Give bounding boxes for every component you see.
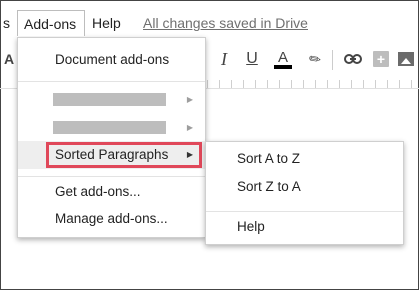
redacted-label [53,121,166,134]
toolbar-fragment[interactable]: A [4,46,14,72]
menu-item-manage-addons[interactable]: Manage add-ons... [18,205,205,233]
sorted-paragraphs-submenu: Sort A to Z Sort Z to A Help [205,141,404,245]
text-color-button[interactable]: A [272,46,294,72]
submenu-item-help[interactable]: Help [206,213,403,241]
ruler [207,80,417,88]
redacted-label [53,93,166,106]
submenu-item-sort-z-to-a[interactable]: Sort Z to A [206,173,403,201]
menu-bar: s Add-ons Help All changes saved in Driv… [0,10,419,36]
menu-separator [18,176,205,177]
saved-status-link[interactable]: All changes saved in Drive [143,10,308,36]
menu-item-previous[interactable]: s [3,10,10,36]
menu-item-addons[interactable]: Add-ons [17,10,85,36]
addons-menu: Document add-ons ▶ ▶ Sorted Paragraphs ▶… [17,37,206,238]
add-comment-icon[interactable]: + [373,51,389,67]
underline-button[interactable]: U [244,46,260,72]
submenu-item-sort-a-to-z[interactable]: Sort A to Z [206,145,403,173]
link-icon[interactable] [343,46,363,72]
menu-item-get-addons[interactable]: Get add-ons... [18,178,205,206]
submenu-arrow-icon: ▶ [186,95,193,104]
text-color-letter: A [277,49,288,66]
submenu-arrow-icon: ▶ [186,123,193,132]
toolbar-divider [332,50,333,70]
menu-item-redacted-1[interactable]: ▶ [18,86,205,114]
menu-item-document-addons[interactable]: Document add-ons [18,46,205,74]
highlight-icon[interactable]: ✎ [300,43,330,75]
menu-separator [206,211,403,212]
text-color-bar [274,65,292,69]
menu-separator [18,81,205,82]
annotation-highlight-box [46,142,202,168]
menu-item-redacted-2[interactable]: ▶ [18,114,205,142]
image-icon[interactable] [398,52,414,66]
link-icon-svg [344,54,362,64]
italic-button[interactable]: I [216,46,232,72]
menu-item-help[interactable]: Help [92,10,121,36]
